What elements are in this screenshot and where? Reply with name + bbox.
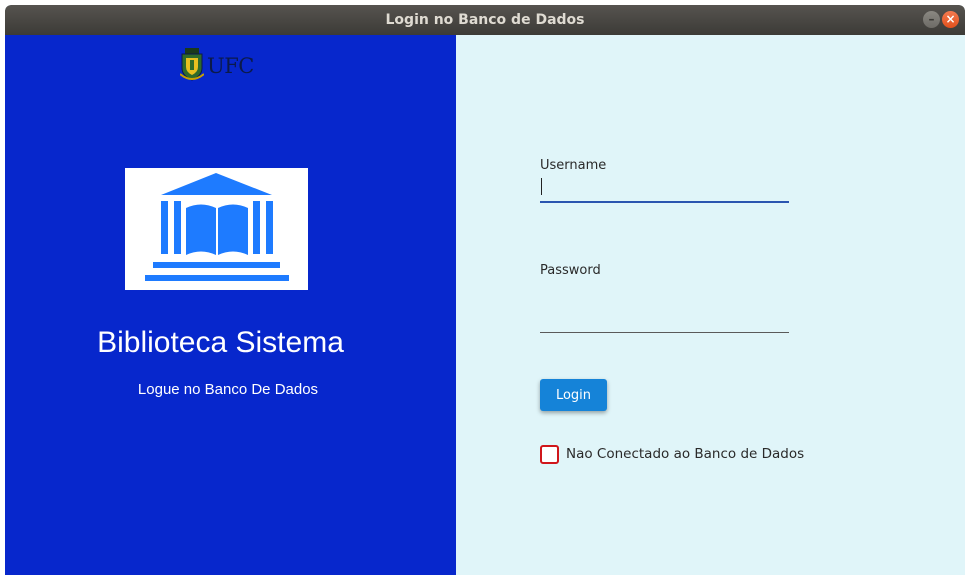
text-cursor [541, 178, 542, 195]
app-subtitle: Logue no Banco De Dados [137, 381, 319, 398]
library-logo [125, 168, 308, 290]
password-field[interactable] [540, 302, 789, 333]
library-building-book-icon [145, 173, 289, 281]
branding-panel: UFC Biblioteca Sistema Logue no Banco De… [5, 35, 456, 575]
connection-status-label: Nao Conectado ao Banco de Dados [566, 446, 805, 462]
connection-status-checkbox[interactable] [540, 445, 559, 464]
login-button[interactable]: Login [540, 379, 607, 411]
login-window: Login no Banco de Dados – × UFC Bibliote… [5, 5, 965, 575]
password-label: Password [540, 263, 601, 278]
minimize-icon[interactable]: – [923, 11, 940, 28]
close-icon[interactable]: × [942, 11, 959, 28]
title-bar[interactable]: Login no Banco de Dados – × [5, 5, 965, 35]
ufc-logo-text: UFC [207, 54, 254, 78]
app-title: Biblioteca Sistema [97, 326, 344, 359]
ufc-shield-icon [180, 48, 204, 81]
window-title: Login no Banco de Dados [385, 12, 585, 28]
username-field[interactable] [540, 171, 789, 203]
